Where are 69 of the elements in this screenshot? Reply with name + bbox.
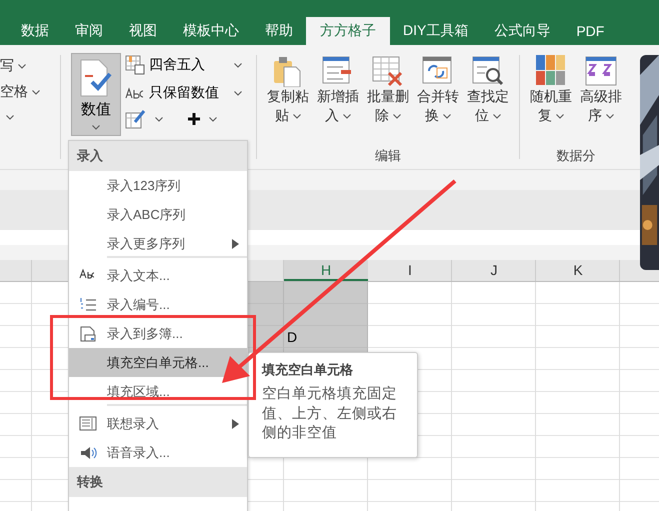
numbered-list-icon — [79, 296, 97, 313]
document-check-icon — [78, 58, 114, 98]
menu-section-header: 录入 — [69, 141, 247, 171]
column-header[interactable]: J — [452, 260, 536, 281]
caret-icon — [32, 90, 40, 94]
tooltip-text: 空白单元格填充固定值、上方、左侧或右侧的非空值 — [262, 385, 398, 444]
ribbon-tab[interactable]: 帮助 — [252, 17, 306, 45]
ribbon-tab[interactable]: 方方格子 — [306, 17, 390, 45]
table-pen-icon — [125, 109, 147, 129]
menu-item[interactable]: 填充空白单元格... — [69, 348, 247, 377]
menu-item[interactable]: 录入到多簿... — [69, 319, 247, 348]
column-header[interactable]: H — [284, 260, 368, 281]
menu-item[interactable]: 录入编号... — [69, 290, 247, 319]
text-abc-icon — [125, 87, 145, 99]
ribbon-tab[interactable]: 视图 — [116, 17, 170, 45]
menu-item[interactable]: 联想录入 — [69, 409, 247, 438]
ribbon-button[interactable]: 只保留数值 — [125, 81, 250, 105]
column-header[interactable]: I — [368, 260, 452, 281]
menu-item[interactable]: 录入ABC序列 — [69, 200, 247, 229]
caret-icon — [18, 64, 26, 68]
submenu-arrow-icon — [232, 238, 239, 248]
ribbon-button[interactable]: 四舍五入 — [125, 53, 250, 77]
tooltip-title: 填充空白单元格 — [262, 361, 354, 379]
ribbon-tab[interactable]: DIY工具箱 — [390, 17, 482, 45]
ribbon-button[interactable]: 随机重复 — [526, 53, 576, 125]
submenu-arrow-icon — [232, 418, 239, 428]
ribbon-button[interactable]: 批量删除 — [363, 53, 413, 125]
menu-item[interactable]: 录入123序列 — [69, 171, 247, 200]
caret-icon — [342, 114, 351, 119]
caret-icon — [392, 114, 401, 119]
color-grid-icon — [534, 53, 568, 87]
menu-section-header: 转换 — [69, 467, 247, 497]
ribbon-tab[interactable]: PDF — [563, 17, 618, 45]
ribbon-button[interactable]: 复制粘贴 — [263, 53, 313, 125]
ribbon-tab[interactable]: 模板中心 — [170, 17, 252, 45]
plus-icon — [187, 112, 201, 126]
caret-icon — [6, 115, 14, 120]
caret-icon — [442, 114, 451, 119]
table-cell: D — [284, 326, 368, 348]
ribbon-tab[interactable]: 审阅 — [62, 17, 116, 45]
caret-icon — [234, 62, 242, 68]
table-percent-icon — [125, 55, 145, 75]
menu-item[interactable]: 录入更多序列 — [69, 229, 247, 258]
edit-table-button[interactable] — [125, 109, 163, 129]
group-label: 数据分 — [556, 147, 596, 165]
caret-icon — [556, 114, 564, 119]
caret-icon — [209, 116, 217, 122]
list-icon — [79, 415, 97, 432]
caret-icon — [92, 125, 100, 130]
caret-icon — [606, 114, 614, 119]
value-button[interactable]: 数值 — [71, 53, 121, 136]
document-icon — [79, 325, 97, 342]
ribbon-tab[interactable]: 公式向导 — [481, 17, 564, 45]
ribbon-button[interactable]: 合并转换 — [413, 53, 463, 125]
ribbon-button[interactable]: 高级排序 — [576, 53, 626, 125]
caret-icon — [292, 114, 301, 119]
caret-icon — [234, 90, 242, 96]
caret-icon — [492, 114, 501, 119]
ribbon-button[interactable]: 写 — [0, 57, 26, 75]
ribbon-tab[interactable]: 数据 — [8, 17, 62, 45]
ribbon-button[interactable]: 新增插入 — [313, 53, 363, 125]
group-label: 编辑 — [375, 147, 401, 165]
column-header[interactable]: K — [536, 260, 620, 281]
speaker-icon — [79, 444, 97, 461]
ribbon-button[interactable]: 空格 — [0, 83, 40, 101]
caret-icon — [155, 116, 163, 122]
menu-item[interactable]: 语音录入... — [69, 438, 247, 467]
ribbon-button[interactable]: 查找定位 — [463, 53, 513, 125]
menu-item[interactable]: 录入文本... — [69, 261, 247, 290]
